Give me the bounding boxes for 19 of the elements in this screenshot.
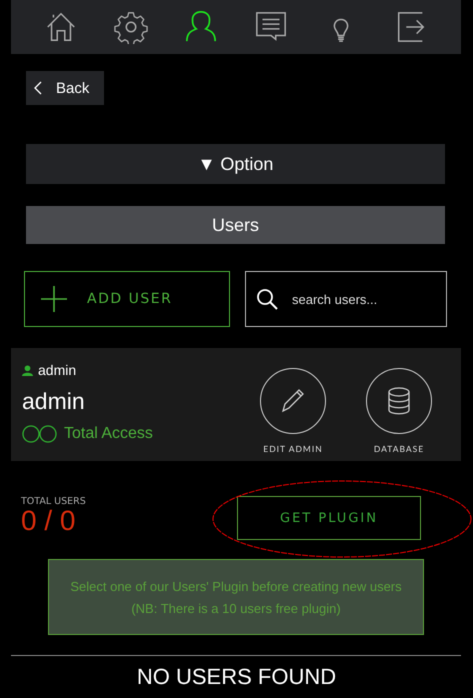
search-icon xyxy=(256,288,278,310)
plugin-notice: Select one of our Users' Plugin before creating new users (NB: There is a 10 users free plugin) xyxy=(48,559,424,635)
username: admin xyxy=(38,362,76,378)
total-users-count: 0 / 0 xyxy=(21,507,76,535)
total-users-label: TOTAL USERS xyxy=(21,496,87,507)
infinity-icon xyxy=(22,425,58,443)
user-icon[interactable] xyxy=(184,10,218,44)
get-plugin-button[interactable]: GET PLUGIN xyxy=(237,496,421,540)
person-icon xyxy=(22,364,33,376)
plus-icon xyxy=(41,286,67,312)
settings-icon[interactable] xyxy=(114,10,148,44)
back-button[interactable]: Back xyxy=(26,71,104,105)
chevron-left-icon xyxy=(34,81,42,95)
access-level: Total Access xyxy=(64,425,153,443)
option-dropdown[interactable]: ▼ Option xyxy=(26,144,445,184)
user-name: admin xyxy=(22,388,86,415)
empty-message: NO USERS FOUND xyxy=(136,664,338,690)
add-user-button[interactable]: ADD USER xyxy=(24,271,230,327)
section-title: Users xyxy=(26,206,445,244)
